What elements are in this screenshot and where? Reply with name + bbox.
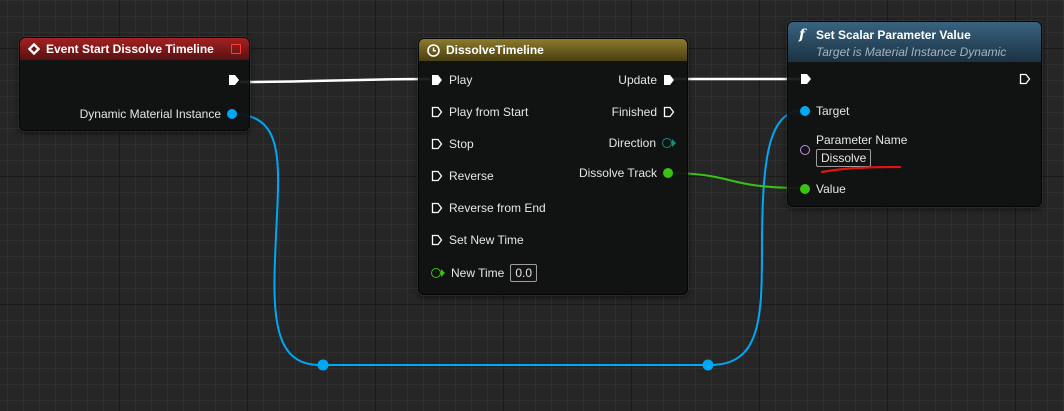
update-pin[interactable]: Update (618, 73, 675, 87)
exec-in-icon (801, 74, 811, 84)
timeline-node-header[interactable]: DissolveTimeline (419, 39, 687, 61)
reverse-from-end-pin[interactable]: Reverse from End (431, 201, 546, 215)
value-label: Value (816, 182, 846, 196)
set-new-time-pin[interactable]: Set New Time (431, 233, 524, 247)
exec-in-icon (431, 106, 443, 118)
event-node[interactable]: Event Start Dissolve Timeline Dynamic Ma… (19, 37, 250, 131)
timeline-node[interactable]: DissolveTimeline Play Play from Start St… (418, 38, 688, 295)
timeline-node-title: DissolveTimeline (446, 43, 544, 57)
name-pin-icon (800, 145, 810, 155)
finished-pin[interactable]: Finished (612, 105, 675, 119)
exec-out-icon (664, 75, 674, 85)
target-label: Target (816, 104, 850, 118)
exec-out-icon (1019, 73, 1031, 85)
event-diamond-icon (28, 43, 40, 55)
delegate-pin-icon[interactable] (231, 44, 241, 54)
target-pin[interactable]: Target (800, 104, 849, 118)
annotation-underline (820, 165, 902, 174)
exec-in-icon (432, 75, 442, 85)
reverse-pin[interactable]: Reverse (431, 169, 494, 183)
direction-pin[interactable]: Direction (609, 136, 676, 150)
dissolve-track-pin[interactable]: Dissolve Track (579, 166, 673, 180)
parameter-name-label: Parameter Name (816, 133, 908, 147)
dissolve-track-label: Dissolve Track (578, 166, 657, 180)
object-pin-icon (800, 106, 810, 116)
reroute-node-left[interactable] (317, 359, 329, 371)
reroute-node-right[interactable] (702, 359, 714, 371)
play-from-start-label: Play from Start (449, 105, 529, 119)
enum-pin-icon (662, 138, 676, 148)
play-pin[interactable]: Play (431, 73, 472, 87)
function-icon: f (799, 27, 806, 43)
setter-exec-in-pin[interactable] (800, 73, 812, 85)
dynamic-material-instance-pin[interactable]: Dynamic Material Instance (80, 107, 237, 121)
event-node-title: Event Start Dissolve Timeline (46, 42, 214, 56)
new-time-pin[interactable]: New Time 0.0 (431, 264, 538, 282)
set-new-time-label: Set New Time (449, 233, 524, 247)
event-node-header[interactable]: Event Start Dissolve Timeline (20, 38, 249, 60)
exec-in-icon (431, 202, 443, 214)
play-from-start-pin[interactable]: Play from Start (431, 105, 528, 119)
exec-wire-event-to-play (239, 77, 431, 84)
float-pin-icon (663, 168, 673, 178)
exec-in-icon (431, 138, 443, 150)
update-label: Update (618, 73, 657, 87)
direction-label: Direction (608, 136, 656, 150)
value-pin[interactable]: Value (800, 182, 846, 196)
new-time-label: New Time (451, 266, 505, 280)
exec-in-icon (431, 170, 443, 182)
float-pin-icon (800, 184, 810, 194)
new-time-input[interactable]: 0.0 (510, 264, 538, 282)
clock-icon (427, 43, 440, 57)
play-label: Play (449, 73, 473, 87)
set-scalar-parameter-node[interactable]: f Set Scalar Parameter Value Target is M… (787, 21, 1042, 207)
event-exec-out-pin[interactable] (228, 74, 240, 86)
exec-in-icon (431, 234, 443, 246)
exec-out-icon (229, 75, 239, 85)
set-scalar-node-title: Set Scalar Parameter Value (816, 28, 971, 42)
reverse-label: Reverse (449, 169, 494, 183)
dynamic-material-instance-label: Dynamic Material Instance (79, 107, 221, 121)
object-pin-icon (227, 109, 237, 119)
stop-pin[interactable]: Stop (431, 137, 474, 151)
reverse-from-end-label: Reverse from End (449, 201, 546, 215)
float-pin-icon (431, 268, 445, 278)
finished-label: Finished (611, 105, 657, 119)
set-scalar-node-header[interactable]: f Set Scalar Parameter Value Target is M… (788, 22, 1041, 62)
setter-exec-out-pin[interactable] (1019, 73, 1031, 85)
set-scalar-node-subtitle: Target is Material Instance Dynamic (816, 45, 1007, 59)
exec-out-icon (663, 106, 675, 118)
stop-label: Stop (449, 137, 474, 151)
